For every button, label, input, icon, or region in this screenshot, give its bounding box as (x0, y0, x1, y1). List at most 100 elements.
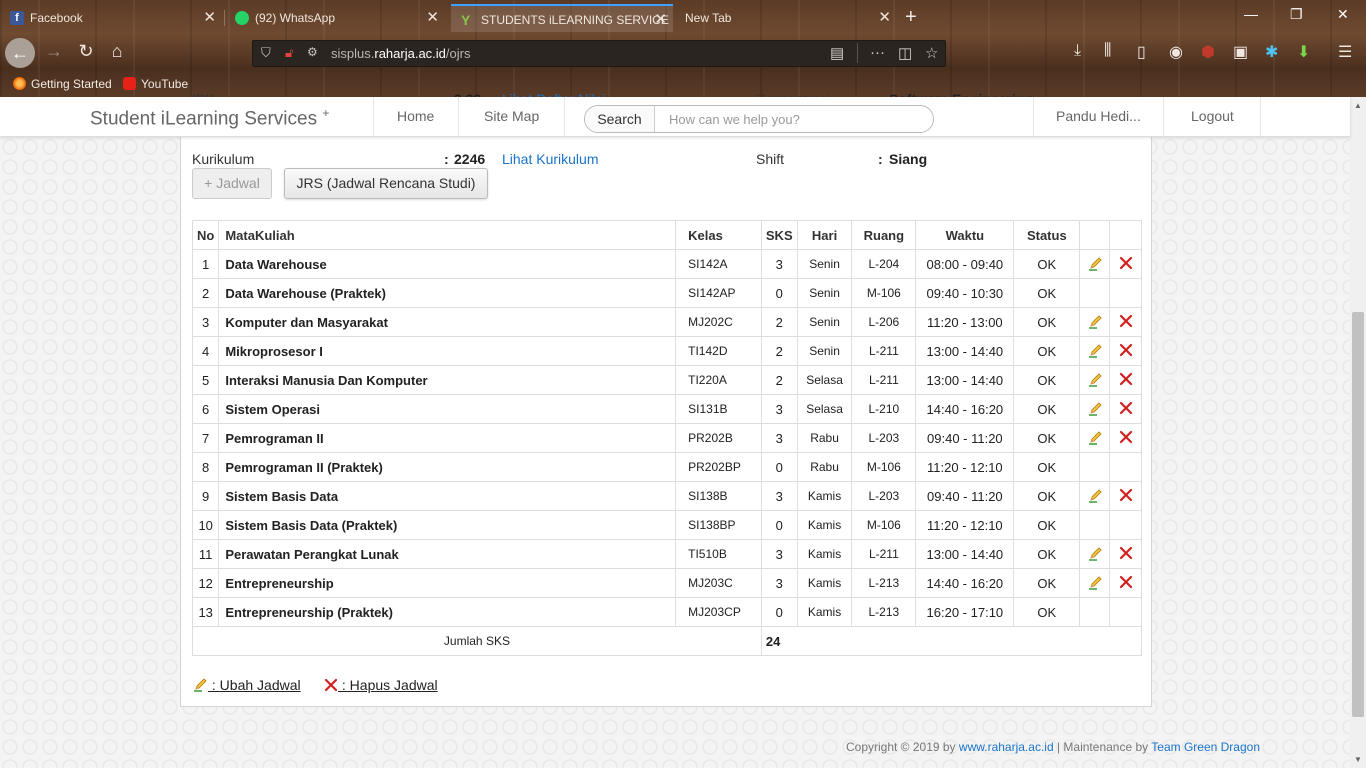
scroll-up-icon[interactable]: ▲ (1354, 101, 1362, 110)
col-delete-header (1109, 220, 1142, 250)
close-window-icon[interactable]: ✕ (1337, 6, 1349, 23)
library-icon[interactable]: ⫼ (1104, 42, 1111, 60)
delete-jadwal-x-icon[interactable] (1119, 488, 1133, 502)
bookmark-getting-started[interactable]: Getting Started (13, 76, 112, 92)
shield-icon[interactable]: ⛉ (261, 45, 271, 61)
cell-hari: Kamis (796, 481, 853, 511)
col-hari-header: Hari (796, 220, 853, 250)
star-bookmark-icon[interactable]: ☆ (925, 44, 938, 62)
delete-jadwal-x-icon[interactable] (1119, 314, 1133, 328)
url-text[interactable]: sisplus.raharja.ac.id/ojrs (331, 46, 470, 61)
cell-sks: 3 (760, 539, 798, 569)
logout-link[interactable]: Logout (1191, 108, 1234, 124)
cell-sks: 2 (760, 336, 798, 366)
edit-jadwal-pencil-icon[interactable] (1088, 488, 1102, 503)
table-row: 2 Data Warehouse (Praktek) SI142AP 0 Senin M-… (191, 278, 1142, 308)
ublock-icon[interactable]: ⬢ (1201, 42, 1215, 62)
edit-jadwal-pencil-icon[interactable] (1088, 401, 1102, 416)
forward-arrow-icon[interactable]: → (42, 41, 66, 62)
cell-matakuliah: Pemrograman II (218, 423, 677, 453)
search-button[interactable]: Search (585, 106, 655, 132)
extension-pinwheel-icon[interactable]: ✱ (1265, 42, 1278, 62)
cell-delete (1109, 423, 1142, 453)
cell-status: OK (1013, 568, 1081, 598)
minimize-icon[interactable]: — (1244, 6, 1258, 22)
brand-logo-text[interactable]: Student iLearning Services + (90, 106, 329, 130)
tab-new-tab[interactable]: New Tab ✕ (675, 4, 897, 32)
edit-jadwal-pencil-icon[interactable] (1088, 430, 1102, 445)
footer-team-link[interactable]: Team Green Dragon (1151, 740, 1260, 754)
cell-sks: 2 (760, 365, 798, 395)
cell-waktu: 11:20 - 12:10 (915, 510, 1015, 540)
edit-jadwal-pencil-icon[interactable] (1088, 314, 1102, 329)
new-tab-plus-icon[interactable]: + (905, 4, 917, 30)
nav-sitemap-link[interactable]: Site Map (484, 108, 539, 124)
delete-jadwal-x-icon[interactable] (1119, 401, 1133, 415)
delete-jadwal-x-icon[interactable] (1119, 372, 1133, 386)
kurikulum-label: Kurikulum (192, 151, 255, 167)
cell-hari: Senin (796, 278, 853, 308)
containers-icon[interactable]: ▣ (1233, 42, 1248, 62)
menu-hamburger-icon[interactable]: ☰ (1338, 42, 1352, 62)
restore-icon[interactable]: ❐ (1290, 6, 1303, 23)
close-tab-icon[interactable]: ✕ (203, 4, 216, 32)
back-arrow-icon[interactable]: ← (5, 38, 35, 68)
close-tab-icon[interactable]: ✕ (654, 6, 667, 32)
delete-jadwal-x-icon[interactable] (1119, 546, 1133, 560)
cell-waktu: 11:20 - 12:10 (915, 452, 1015, 482)
cell-hari: Senin (796, 336, 853, 366)
home-icon[interactable]: ⌂ (105, 41, 129, 62)
tab-facebook[interactable]: f Facebook ✕ (0, 4, 222, 32)
red-x-icon (324, 678, 338, 695)
cell-sks: 0 (760, 510, 798, 540)
tab-whatsapp[interactable]: (92) WhatsApp ✕ (225, 4, 445, 32)
edit-jadwal-pencil-icon[interactable] (1088, 343, 1102, 358)
insecure-lock-icon[interactable]: 🔓︎ (285, 45, 293, 61)
close-tab-icon[interactable]: ✕ (878, 4, 891, 32)
cell-matakuliah: Pemrograman II (Praktek) (218, 452, 677, 482)
delete-jadwal-x-icon[interactable] (1119, 430, 1133, 444)
delete-jadwal-x-icon[interactable] (1119, 343, 1133, 357)
lihat-kurikulum-link[interactable]: Lihat Kurikulum (502, 151, 599, 167)
download-icon[interactable]: ⤓ (1074, 42, 1081, 60)
edit-jadwal-pencil-icon[interactable] (1088, 372, 1102, 387)
edit-jadwal-pencil-icon[interactable] (1088, 256, 1102, 271)
sidebar-icon[interactable]: ▯ (1137, 42, 1146, 62)
edit-jadwal-pencil-icon[interactable] (1088, 575, 1102, 590)
nav-home-link[interactable]: Home (397, 108, 434, 124)
footer-site-link[interactable]: www.raharja.ac.id (959, 740, 1054, 754)
tab-students-ilearning[interactable]: Y STUDENTS iLEARNING SERVICE ✕ (451, 4, 673, 32)
search-input[interactable] (657, 106, 927, 132)
user-name-link[interactable]: Pandu Hedi... (1056, 108, 1141, 124)
cell-kelas: SI142AP (675, 278, 762, 308)
scrollbar-thumb[interactable] (1352, 312, 1364, 717)
permissions-icon[interactable]: ⚙ (307, 45, 318, 59)
col-no-header: No (191, 220, 220, 250)
reader-view-icon[interactable]: ▤ (830, 44, 844, 62)
scroll-down-icon[interactable]: ▼ (1354, 755, 1362, 764)
col-ruang-header: Ruang (851, 220, 917, 250)
page-actions-icon[interactable]: ··· (870, 44, 885, 61)
cell-matakuliah: Sistem Operasi (218, 394, 677, 424)
add-jadwal-button[interactable]: + Jadwal (192, 168, 272, 199)
delete-jadwal-x-icon[interactable] (1119, 575, 1133, 589)
account-icon[interactable]: ◉ (1169, 42, 1183, 62)
address-bar[interactable]: ⛉ 🔓︎ ⚙ sisplus.raharja.ac.id/ojrs ▤ ··· … (252, 40, 946, 67)
page-scrollbar[interactable]: ▲ ▼ (1350, 97, 1366, 768)
reload-icon[interactable]: ↻ (74, 41, 98, 62)
downloader-extension-icon[interactable]: ⬇ (1297, 42, 1310, 62)
cell-delete (1109, 336, 1142, 366)
cell-no: 1 (191, 249, 220, 279)
cell-delete (1109, 597, 1142, 627)
close-tab-icon[interactable]: ✕ (426, 4, 439, 32)
cell-waktu: 13:00 - 14:40 (915, 365, 1015, 395)
pocket-icon[interactable]: ◫ (898, 44, 912, 62)
edit-jadwal-pencil-icon[interactable] (1088, 546, 1102, 561)
bookmark-youtube[interactable]: YouTube (123, 76, 188, 92)
cell-no: 8 (191, 452, 220, 482)
table-row: 8 Pemrograman II (Praktek) PR202BP 0 Rabu M-1… (191, 452, 1142, 482)
cell-matakuliah: Perawatan Perangkat Lunak (218, 539, 677, 569)
delete-jadwal-x-icon[interactable] (1119, 256, 1133, 270)
cell-matakuliah: Sistem Basis Data (Praktek) (218, 510, 677, 540)
jrs-button[interactable]: JRS (Jadwal Rencana Studi) (284, 168, 488, 199)
